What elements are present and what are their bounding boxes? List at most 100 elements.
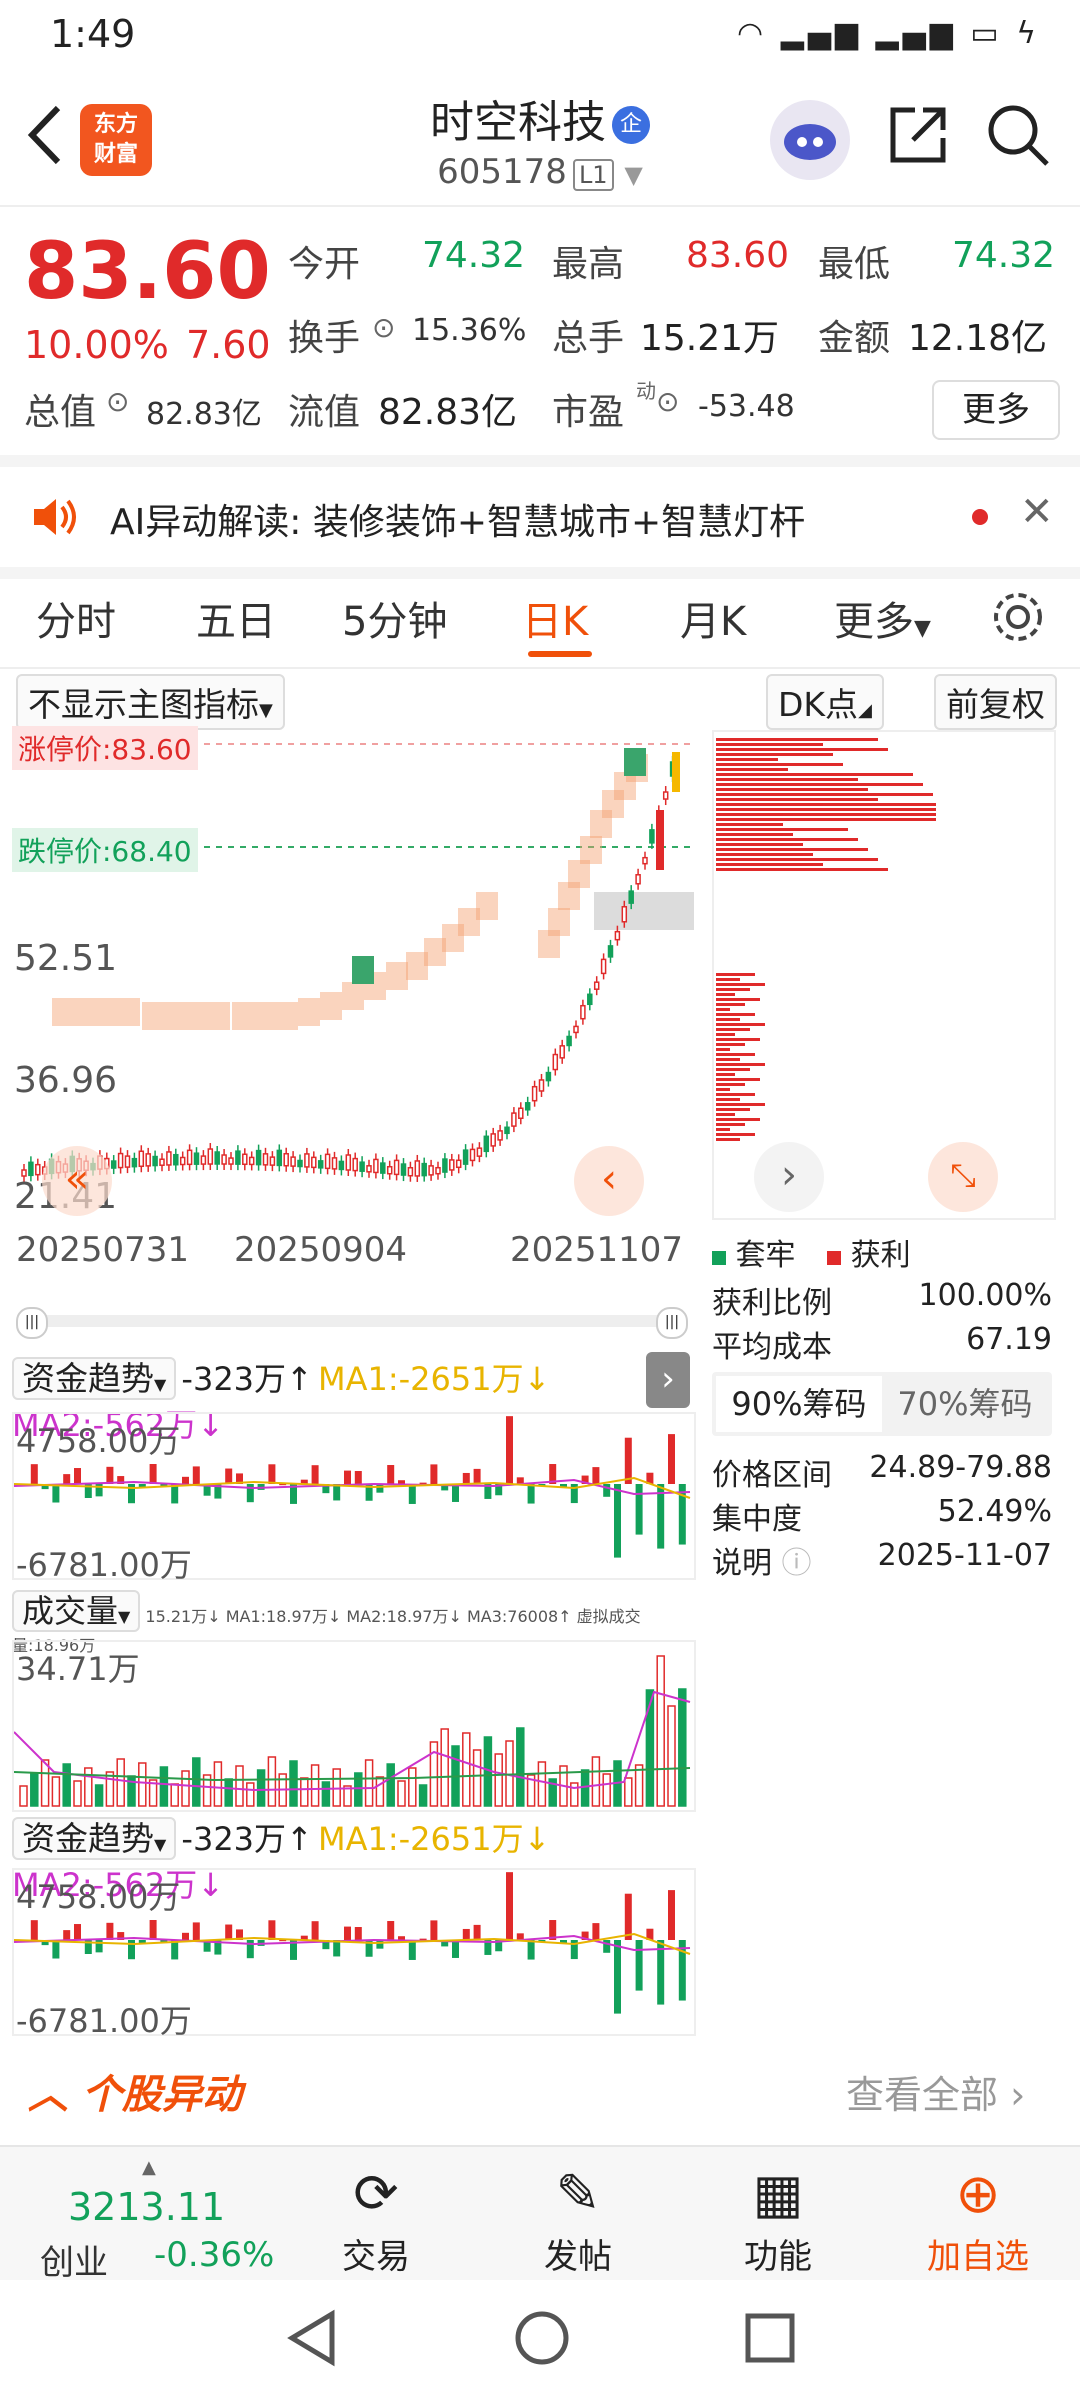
search-button[interactable]: [985, 102, 1051, 172]
range-handle-left[interactable]: |||: [16, 1307, 48, 1339]
tab-daily-k[interactable]: 日K: [522, 589, 588, 647]
volume-bar: [224, 1778, 233, 1807]
k-chart[interactable]: 涨停价:83.60 跌停价:68.40 52.51 36.96 21.41 « …: [12, 726, 694, 1217]
volume-bar: [624, 1777, 633, 1807]
assistant-avatar[interactable]: [770, 100, 850, 180]
nav-functions-label: 功能: [744, 2237, 812, 2277]
candle-body: [324, 1153, 331, 1170]
candle-body: [331, 1157, 338, 1170]
tab-90-chips[interactable]: 90%筹码: [716, 1376, 882, 1432]
volume-bar: [408, 1767, 417, 1807]
volume-bar: [667, 1705, 676, 1807]
info-icon[interactable]: ⊙: [372, 311, 395, 344]
candle-body: [628, 890, 634, 904]
dk-point-select[interactable]: DK点◢: [766, 674, 884, 730]
adjust-select[interactable]: 前复权: [934, 674, 1057, 730]
tab-monthly-k[interactable]: 月K: [680, 589, 746, 647]
chip-bar: [716, 1058, 740, 1061]
volume-bar: [440, 1728, 449, 1807]
system-nav-bar: [0, 2280, 1080, 2400]
sequence-mark: [386, 962, 408, 990]
nav-trade[interactable]: ⟳ 交易: [306, 2147, 446, 2282]
info-icon-2[interactable]: ⊙: [106, 385, 129, 418]
tab-70-chips[interactable]: 70%筹码: [882, 1376, 1048, 1432]
chip-distribution[interactable]: › ⤡: [712, 730, 1056, 1220]
volume-bar: [105, 1771, 115, 1807]
volume-bar: [19, 1785, 28, 1807]
fund-bar: [506, 1416, 513, 1484]
fund-bar: [527, 1940, 535, 1960]
scroll-left-button[interactable]: ‹: [574, 1146, 644, 1216]
volume-select[interactable]: 成交量▼: [12, 1590, 141, 1632]
legend-profit: 获利: [850, 1238, 911, 1273]
expand-icon[interactable]: ⤡: [928, 1142, 998, 1212]
share-button[interactable]: [885, 102, 951, 172]
chip-row-label: 价格区间: [712, 1458, 832, 1493]
candle-body: [338, 1160, 345, 1171]
volume-bar: [634, 1764, 644, 1807]
system-home-icon[interactable]: [512, 2308, 572, 2368]
volume-bar: [256, 1769, 266, 1807]
fund-bar: [430, 1920, 438, 1940]
chip-bar: [716, 1098, 740, 1101]
nav-post[interactable]: ✎ 发帖: [508, 2147, 648, 2282]
view-all-text: 查看全部: [846, 2073, 999, 2117]
next-indicator-button[interactable]: ›: [646, 1352, 690, 1408]
tab-five-day[interactable]: 五日: [196, 589, 276, 647]
change-percent: 10.00%: [24, 323, 169, 367]
info-icon[interactable]: ⓘ: [782, 1546, 812, 1581]
tab-more[interactable]: 更多▼: [834, 589, 931, 647]
td9-mark: [624, 748, 646, 776]
system-recents-icon[interactable]: [742, 2310, 798, 2366]
fund-trend-chart-2[interactable]: 4758.00万 -6781.00万: [12, 1868, 696, 2040]
chip-next-button[interactable]: ›: [754, 1142, 824, 1212]
fund-bar: [182, 1476, 189, 1484]
chip-row-label: 集中度: [712, 1502, 802, 1537]
post-icon: ✎: [555, 2162, 601, 2225]
chip-bar: [716, 993, 735, 996]
pe-label: 市盈: [552, 392, 625, 433]
nav-add-watchlist[interactable]: ⊕ 加自选: [908, 2147, 1048, 2282]
view-all-link[interactable]: 查看全部 ›: [846, 2064, 1025, 2119]
candle-body: [28, 1161, 34, 1177]
fund-bar: [344, 1926, 351, 1940]
info-icon-3[interactable]: ⊙: [656, 385, 679, 418]
candle-body: [490, 1133, 496, 1147]
candle-body: [614, 930, 621, 941]
candle-body: [400, 1163, 407, 1176]
chip-bar: [716, 1088, 730, 1091]
movers-title[interactable]: ︿ 个股异动: [28, 2062, 242, 2120]
index-ticker[interactable]: ▲ 3213.11 创业 -0.36%: [20, 2157, 290, 2283]
volume-bar: [116, 1758, 125, 1807]
volume-bar: [462, 1732, 471, 1807]
fund-bar: [614, 1940, 621, 2014]
tab-5min[interactable]: 5分钟: [342, 589, 447, 647]
ai-interpretation-bar[interactable]: AI异动解读: 装修装饰+智慧城市+智慧灯杆 ✕: [0, 455, 1080, 579]
chip-bar: [716, 738, 878, 741]
fund-value-2: -323万↑: [181, 1820, 313, 1858]
tab-intraday[interactable]: 分时: [36, 589, 116, 647]
candle-body: [414, 1160, 421, 1177]
system-back-icon[interactable]: [284, 2308, 340, 2368]
candle-body: [159, 1158, 165, 1166]
fund-trend-chart[interactable]: 4758.00万 -6781.00万: [12, 1412, 696, 1584]
index-name: 创业: [40, 2243, 108, 2283]
candle-body: [566, 1035, 572, 1047]
settings-icon[interactable]: [990, 589, 1046, 645]
fund-bar: [192, 1466, 200, 1484]
fund-trend-select-2[interactable]: 资金趋势▼: [12, 1817, 177, 1860]
main-indicator-select[interactable]: 不显示主图指标▼: [16, 674, 285, 730]
chip-bar: [716, 838, 858, 841]
volume-bar: [494, 1753, 503, 1807]
sequence-mark: [74, 998, 96, 1026]
share-icon: [890, 107, 946, 163]
more-button[interactable]: 更多: [932, 380, 1060, 440]
fund-trend-select[interactable]: 资金趋势▼: [12, 1357, 177, 1400]
candle-body: [352, 1157, 358, 1172]
scroll-left-fast-button[interactable]: «: [42, 1146, 112, 1216]
close-icon[interactable]: ✕: [1020, 489, 1054, 535]
range-slider[interactable]: ||| |||: [16, 1307, 688, 1339]
nav-functions[interactable]: ▦ 功能: [708, 2147, 848, 2282]
range-handle-right[interactable]: |||: [656, 1307, 688, 1339]
volume-chart[interactable]: 34.71万: [12, 1640, 696, 1812]
